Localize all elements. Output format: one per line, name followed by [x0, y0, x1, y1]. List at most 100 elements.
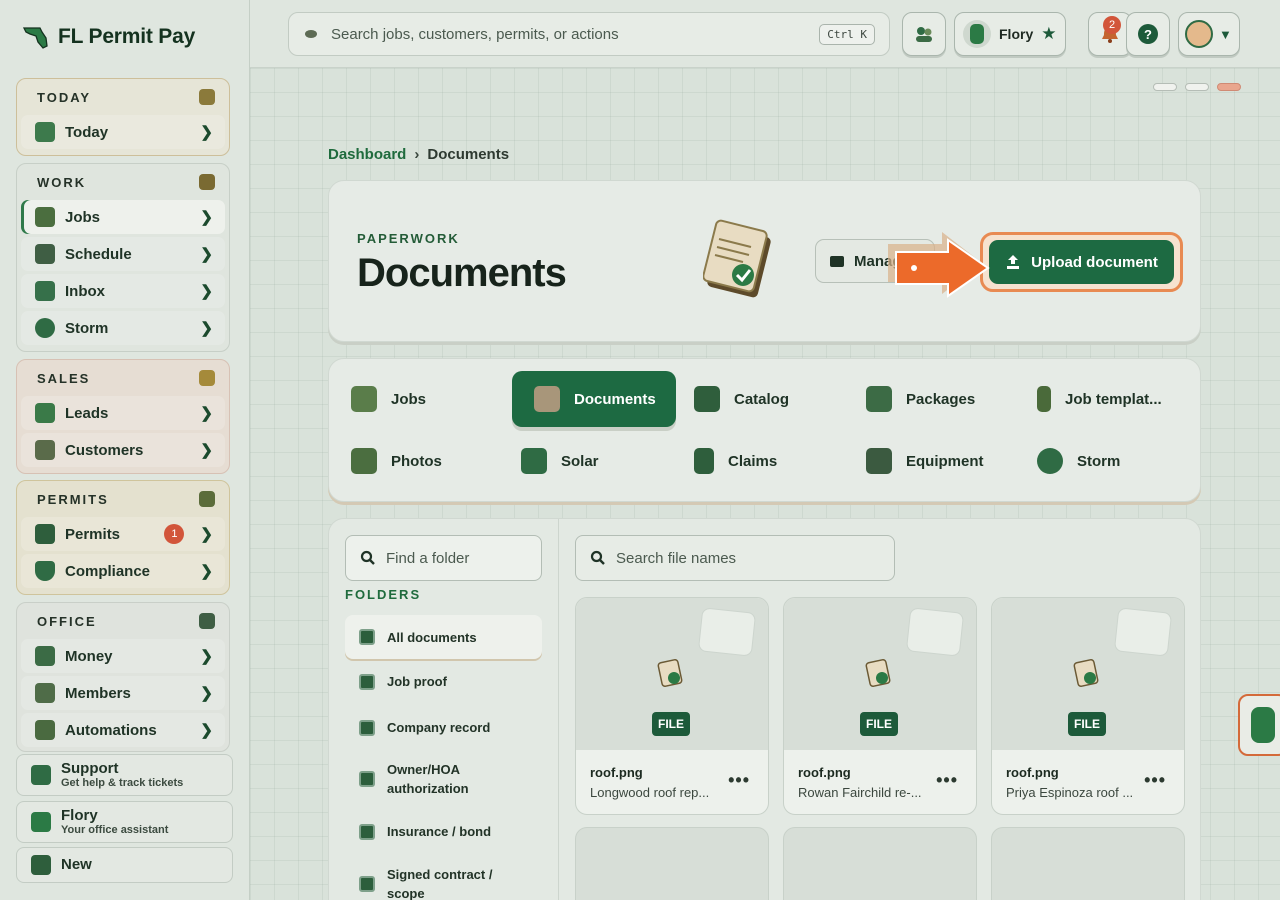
chevron-right-icon: ❯ — [200, 124, 213, 141]
global-search-input[interactable]: Search jobs, customers, permits, or acti… — [288, 12, 890, 56]
chevron-right-icon: ❯ — [200, 648, 213, 665]
folder-owner-hoa-authorization[interactable]: Owner/HOA authorization — [345, 760, 495, 798]
storm-icon — [1037, 448, 1063, 474]
team-button[interactable] — [902, 12, 946, 56]
solar-icon — [521, 448, 547, 474]
file-card[interactable] — [783, 827, 977, 900]
pen-icon — [199, 491, 215, 507]
chevron-right-icon: ❯ — [200, 320, 213, 337]
file-card[interactable]: FILE roof.png Longwood roof rep... ••• — [575, 597, 769, 815]
leads-icon — [35, 403, 55, 423]
file-name: roof.png — [798, 765, 851, 780]
file-name: roof.png — [590, 765, 643, 780]
photos-icon — [351, 448, 377, 474]
topbar: Search jobs, customers, permits, or acti… — [250, 0, 1280, 68]
tab-solar[interactable]: Solar — [499, 433, 663, 489]
flory-chat-launcher[interactable] — [1238, 694, 1280, 756]
file-type-tag: FILE — [1068, 712, 1106, 736]
packages-icon — [866, 386, 892, 412]
window-control[interactable] — [1153, 83, 1177, 91]
folder-signed-contract-scope[interactable]: Signed contract / scope — [345, 865, 525, 900]
search-icon — [590, 550, 605, 565]
tab-storm[interactable]: Storm — [1015, 433, 1179, 489]
sidebar-item-money[interactable]: Money ❯ — [21, 639, 225, 673]
folder-insurance-bond[interactable]: Insurance / bond — [345, 822, 542, 841]
flory-avatar — [963, 20, 991, 48]
schedule-icon — [35, 244, 55, 264]
sidebar-item-jobs[interactable]: Jobs ❯ — [21, 200, 225, 234]
folder-search-input[interactable]: Find a folder — [345, 535, 542, 581]
notification-count-badge: 2 — [1103, 16, 1121, 34]
more-options-icon[interactable]: ••• — [1144, 770, 1166, 791]
support-button[interactable]: Support Get help & track tickets — [16, 754, 233, 796]
account-menu-button[interactable]: ▼ — [1178, 12, 1240, 56]
sidebar-item-compliance[interactable]: Compliance ❯ — [21, 554, 225, 588]
calendar-icon — [199, 89, 215, 105]
tab-jobs[interactable]: Jobs — [329, 371, 493, 427]
folder-icon — [359, 876, 375, 892]
members-icon — [35, 683, 55, 703]
tab-documents[interactable]: Documents — [512, 371, 676, 427]
user-avatar — [1185, 20, 1213, 48]
tab-equipment[interactable]: Equipment — [844, 433, 1008, 489]
brand[interactable]: FL Permit Pay — [22, 24, 195, 50]
folder-icon — [359, 629, 375, 645]
folder-pane: Find a folder FOLDERS All documents Job … — [329, 519, 559, 900]
folders-heading: FOLDERS — [345, 587, 422, 602]
toolbox-icon — [199, 174, 215, 190]
help-button[interactable]: ? — [1126, 12, 1170, 56]
tab-claims[interactable]: Claims — [672, 433, 836, 489]
chevron-down-icon: ▼ — [1219, 26, 1232, 42]
tab-packages[interactable]: Packages — [844, 371, 1008, 427]
chevron-right-icon: ❯ — [200, 685, 213, 702]
more-options-icon[interactable]: ••• — [728, 770, 750, 791]
pointer-arrow-icon — [888, 232, 990, 298]
sidebar-item-storm[interactable]: Storm ❯ — [21, 311, 225, 345]
folder-company-record[interactable]: Company record — [345, 718, 542, 737]
file-card[interactable]: FILE roof.png Rowan Fairchild re-... ••• — [783, 597, 977, 815]
breadcrumb-dashboard-link[interactable]: Dashboard — [328, 146, 406, 163]
search-icon — [305, 30, 317, 38]
file-card[interactable]: FILE roof.png Priya Espinoza roof ... ••… — [991, 597, 1185, 815]
sidebar: FL Permit Pay TODAY Today ❯ WORK Jobs ❯ … — [0, 0, 250, 900]
sidebar-item-members[interactable]: Members ❯ — [21, 676, 225, 710]
window-control[interactable] — [1185, 83, 1209, 91]
file-search-input[interactable]: Search file names — [575, 535, 895, 581]
more-options-icon[interactable]: ••• — [936, 770, 958, 791]
folder-icon — [830, 255, 844, 267]
sidebar-item-schedule[interactable]: Schedule ❯ — [21, 237, 225, 271]
tab-photos[interactable]: Photos — [329, 433, 493, 489]
sidebar-item-today[interactable]: Today ❯ — [21, 115, 225, 149]
file-card[interactable] — [991, 827, 1185, 900]
tab-job-templates[interactable]: Job templat... — [1015, 371, 1179, 427]
folder-all-documents[interactable]: All documents — [345, 615, 542, 659]
upload-document-button[interactable]: Upload document — [989, 240, 1174, 284]
new-icon — [31, 855, 51, 875]
document-icon — [657, 658, 683, 688]
help-icon: ? — [1138, 24, 1158, 44]
chevron-right-icon: ❯ — [200, 405, 213, 422]
tab-catalog[interactable]: Catalog — [672, 371, 836, 427]
claims-icon — [694, 448, 714, 474]
page-title: Documents — [357, 251, 567, 295]
sidebar-item-permits[interactable]: Permits 1 ❯ — [21, 517, 225, 551]
office-icon — [199, 613, 215, 629]
file-type-tag: FILE — [652, 712, 690, 736]
flory-assistant-button[interactable]: Flory Your office assistant — [16, 801, 233, 843]
document-icon — [865, 658, 891, 688]
file-card[interactable] — [575, 827, 769, 900]
sidebar-section-work: WORK Jobs ❯ Schedule ❯ Inbox ❯ Storm ❯ — [16, 163, 230, 352]
equipment-icon — [866, 448, 892, 474]
sidebar-item-leads[interactable]: Leads ❯ — [21, 396, 225, 430]
sidebar-section-office: OFFICE Money ❯ Members ❯ Automations ❯ — [16, 602, 230, 752]
sidebar-item-automations[interactable]: Automations ❯ — [21, 713, 225, 747]
flory-icon — [31, 812, 51, 832]
window-control[interactable] — [1217, 83, 1241, 91]
house-icon — [35, 207, 55, 227]
catalog-icon — [694, 386, 720, 412]
sidebar-item-inbox[interactable]: Inbox ❯ — [21, 274, 225, 308]
assistant-button[interactable]: Flory ★ — [954, 12, 1066, 56]
new-button[interactable]: New — [16, 847, 233, 883]
sidebar-item-customers[interactable]: Customers ❯ — [21, 433, 225, 467]
folder-job-proof[interactable]: Job proof — [345, 672, 542, 691]
